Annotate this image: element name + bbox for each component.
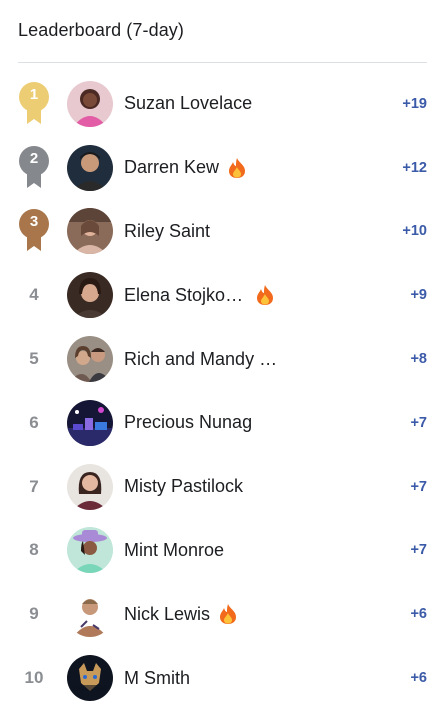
avatar[interactable] <box>67 144 113 191</box>
member-name-text: Elena Stojko… <box>124 284 244 305</box>
member-name[interactable]: M Smith <box>124 668 190 689</box>
gold-medal-icon: 1 <box>18 81 50 126</box>
leaderboard-row[interactable]: 3 Riley Saint +10 <box>0 200 445 264</box>
member-name-text: Suzan Lovelace <box>124 93 253 114</box>
rank-number: 1 <box>29 85 39 103</box>
score-value: +9 <box>410 287 427 304</box>
member-name-text: M Smith <box>124 667 191 688</box>
member-name[interactable]: Mint Monroe <box>124 540 224 561</box>
leaderboard-row[interactable]: 6 Precious Nunag +7 <box>0 391 445 455</box>
leaderboard-list: 1 Suzan Lovelace +19 2 Darren Kew +12 3 … <box>0 72 445 710</box>
avatar[interactable] <box>67 272 113 319</box>
rank-number: 6 <box>29 412 39 432</box>
score-value: +6 <box>410 606 427 623</box>
avatar[interactable] <box>67 208 113 255</box>
member-name[interactable]: Darren Kew <box>124 157 247 179</box>
silver-medal-icon: 2 <box>18 145 50 190</box>
member-name[interactable]: Misty Pastilock <box>124 476 243 497</box>
leaderboard-row[interactable]: 1 Suzan Lovelace +19 <box>0 72 445 136</box>
leaderboard-title: Leaderboard (7-day) <box>18 20 185 40</box>
avatar[interactable] <box>67 80 113 127</box>
leaderboard-row[interactable]: 2 Darren Kew +12 <box>0 136 445 200</box>
score-value: +6 <box>410 670 427 687</box>
score-value: +8 <box>410 351 427 368</box>
member-name[interactable]: Nick Lewis <box>124 603 238 625</box>
leaderboard-row[interactable]: 8 Mint Monroe +7 <box>0 519 445 583</box>
leaderboard-row[interactable]: 9 Nick Lewis +6 <box>0 582 445 646</box>
rank-number: 8 <box>29 540 39 560</box>
rank-number: 10 <box>24 668 44 688</box>
rank-number: 3 <box>29 213 39 231</box>
avatar[interactable] <box>67 655 113 702</box>
bronze-medal-icon: 3 <box>18 209 50 253</box>
member-name-text: Rich and Mandy … <box>124 348 278 369</box>
avatar[interactable] <box>67 336 113 383</box>
rank-number: 9 <box>29 604 39 624</box>
member-name-text: Mint Monroe <box>124 539 225 560</box>
score-value: +19 <box>402 95 427 112</box>
rank-number: 5 <box>29 349 39 369</box>
avatar[interactable] <box>67 399 113 446</box>
header-divider <box>18 62 427 63</box>
rank-number: 2 <box>29 149 39 167</box>
member-name[interactable]: Suzan Lovelace <box>124 93 252 114</box>
member-name[interactable]: Riley Saint <box>124 221 210 242</box>
score-value: +7 <box>410 478 427 495</box>
member-name[interactable]: Elena Stojko… <box>124 284 275 306</box>
member-name-text: Misty Pastilock <box>124 476 244 497</box>
member-name-text: Darren Kew <box>124 157 220 178</box>
score-value: +7 <box>410 414 427 431</box>
avatar[interactable] <box>67 463 113 510</box>
flame-icon <box>220 604 237 625</box>
member-name-text: Riley Saint <box>124 220 211 241</box>
rank-number: 4 <box>29 285 39 305</box>
leaderboard-row[interactable]: 5 Rich and Mandy … +8 <box>0 327 445 391</box>
leaderboard-row[interactable]: 7 Misty Pastilock +7 <box>0 455 445 519</box>
score-value: +7 <box>410 542 427 559</box>
leaderboard-row[interactable]: 4 Elena Stojko… +9 <box>0 263 445 327</box>
member-name-text: Nick Lewis <box>124 603 211 624</box>
avatar[interactable] <box>67 527 113 574</box>
member-name[interactable]: Rich and Mandy … <box>124 349 277 370</box>
score-value: +10 <box>402 223 427 240</box>
score-value: +12 <box>402 159 427 176</box>
rank-number: 7 <box>29 476 39 496</box>
leaderboard-row[interactable]: 10 M Smith +6 <box>0 646 445 710</box>
member-name[interactable]: Precious Nunag <box>124 412 252 433</box>
flame-icon <box>257 285 274 306</box>
flame-icon <box>229 157 246 178</box>
avatar[interactable] <box>67 591 113 638</box>
member-name-text: Precious Nunag <box>124 412 253 433</box>
